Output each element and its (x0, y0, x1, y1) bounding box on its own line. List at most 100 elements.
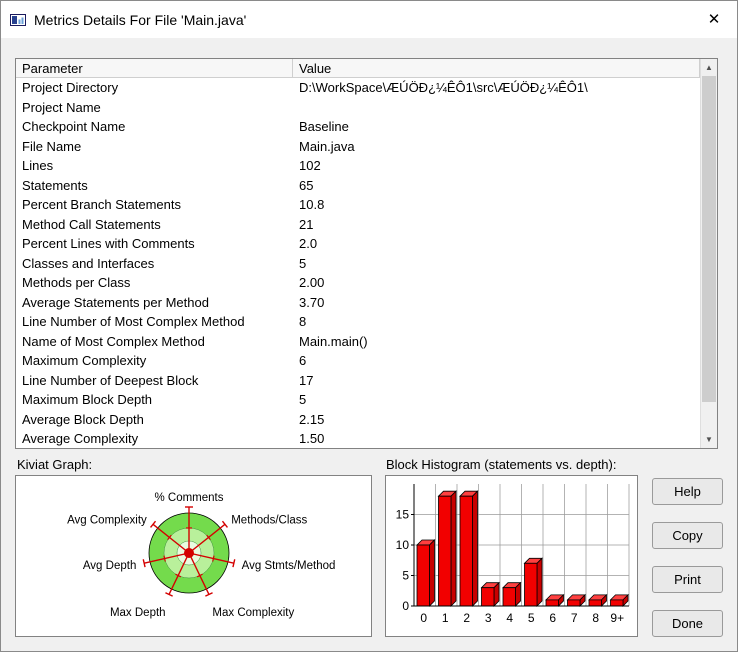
value-cell: 1.50 (299, 431, 325, 447)
value-cell: 102 (299, 158, 321, 174)
bar-side (536, 557, 543, 607)
svg-text:8: 8 (592, 611, 599, 625)
kiviat-axis-label: Avg Depth (83, 560, 137, 572)
scroll-down-button[interactable]: ▼ (701, 431, 717, 448)
value-cell: 8 (299, 314, 307, 330)
done-button[interactable]: Done (652, 610, 723, 637)
svg-text:2: 2 (463, 611, 470, 625)
value-cell: 5 (299, 255, 307, 271)
value-cell: 65 (299, 177, 314, 193)
scroll-up-button[interactable]: ▲ (701, 59, 717, 76)
value-cell: D:\WorkSpace\ÆÚÖÐ¿¼ÊÔ1\src\ÆÚÖÐ¿¼ÊÔ1\ (299, 80, 588, 96)
histogram-bar (588, 599, 602, 607)
scrollbar-thumb[interactable] (702, 76, 716, 402)
kiviat-graph: % Comments Methods/Class Avg Stmts/Method M… (15, 475, 372, 637)
parameter-cell: Classes and Interfaces (22, 255, 155, 271)
svg-text:9+: 9+ (610, 611, 624, 625)
kiviat-graph-label: Kiviat Graph: (17, 457, 93, 472)
parameter-cell: Project Directory (22, 80, 119, 96)
histogram-bar (524, 562, 538, 607)
table-row[interactable]: Maximum Complexity 6 (16, 351, 700, 371)
svg-text:5: 5 (402, 569, 409, 583)
parameter-cell: Line Number of Deepest Block (22, 372, 199, 388)
value-cell (293, 98, 700, 118)
table-row[interactable]: Average Block Depth 2.15 (16, 410, 700, 430)
kiviat-axis-label: Avg Complexity (67, 514, 147, 526)
kiviat-graph-svg: % Comments Methods/Class Avg Stmts/Method M… (67, 492, 336, 619)
window-title: Metrics Details For File 'Main.java' (34, 11, 247, 28)
table-row[interactable]: Statements 65 (16, 176, 700, 196)
table-row[interactable]: Percent Lines with Comments 2.0 (16, 234, 700, 254)
titlebar: Metrics Details For File 'Main.java' ✕ (1, 1, 737, 38)
vertical-scrollbar[interactable]: ▲ ▼ (700, 59, 717, 448)
histogram-label: Block Histogram (statements vs. depth): (386, 457, 617, 472)
parameter-cell: Method Call Statements (22, 216, 161, 232)
svg-text:6: 6 (549, 611, 556, 625)
block-histogram-svg: 0510150 1 2 3 4 5 6 7 8 9+ (396, 484, 630, 625)
parameter-cell: Checkpoint Name (22, 119, 126, 135)
histogram-bar (610, 599, 624, 607)
table-row[interactable]: Average Complexity 1.50 (16, 429, 700, 448)
value-cell: Main.java (299, 138, 355, 154)
button-column: Help Copy Print Done (652, 478, 723, 637)
table-header: Parameter Value (16, 59, 700, 78)
histogram-bar (481, 587, 495, 607)
print-button[interactable]: Print (652, 566, 723, 593)
chart-icon (10, 13, 26, 26)
help-button[interactable]: Help (652, 478, 723, 505)
value-cell: 2.15 (299, 411, 325, 427)
block-histogram: 0 5 10 15 0 1 2 3 4 5 6 7 8 9+ (385, 475, 638, 637)
copy-button[interactable]: Copy (652, 522, 723, 549)
value-cell: 2.0 (299, 236, 318, 252)
table-row[interactable]: Line Number of Most Complex Method 8 (16, 312, 700, 332)
parameter-cell: Methods per Class (22, 275, 131, 291)
parameter-cell: Name of Most Complex Method (22, 333, 205, 349)
value-cell: 3.70 (299, 294, 325, 310)
table-row[interactable]: Maximum Block Depth 5 (16, 390, 700, 410)
svg-text:10: 10 (396, 538, 410, 552)
parameter-cell: Maximum Complexity (22, 353, 147, 369)
value-cell: 2.00 (299, 275, 325, 291)
value-cell: Main.main() (299, 333, 368, 349)
histogram-bar (416, 544, 430, 607)
kiviat-axis-label: Avg Stmts/Method (242, 560, 336, 572)
scroll-up-icon: ▲ (705, 63, 713, 72)
table-body: Project Directory D:\WorkSpace\ÆÚÖÐ¿¼ÊÔ1\… (16, 78, 717, 448)
parameter-cell: Average Block Depth (22, 411, 144, 427)
column-header-value[interactable]: Value (293, 59, 700, 78)
value-cell: 5 (299, 392, 307, 408)
parameter-cell: Project Name (22, 99, 101, 115)
table-row[interactable]: Method Call Statements 21 (16, 215, 700, 235)
histogram-bar (459, 495, 473, 607)
table-row[interactable]: Name of Most Complex Method Main.main() (16, 332, 700, 352)
table-row[interactable]: Classes and Interfaces 5 (16, 254, 700, 274)
svg-text:15: 15 (396, 508, 410, 522)
kiviat-axis-label: % Comments (154, 492, 223, 504)
table-row[interactable]: Checkpoint Name Baseline (16, 117, 700, 137)
histogram-bar (567, 599, 581, 607)
metrics-table: Parameter Value Project Directory D:\Work… (15, 58, 718, 449)
parameter-cell: Statements (22, 177, 88, 193)
parameter-cell: Percent Branch Statements (22, 197, 181, 213)
table-row[interactable]: Average Statements per Method 3.70 (16, 293, 700, 313)
close-button[interactable]: ✕ (691, 1, 737, 37)
parameter-cell: Lines (22, 158, 54, 174)
value-cell: 10.8 (299, 197, 325, 213)
kiviat-axis-label: Methods/Class (231, 514, 307, 526)
table-row[interactable]: Lines 102 (16, 156, 700, 176)
svg-text:0: 0 (402, 599, 409, 613)
app-icon (10, 12, 26, 28)
table-row[interactable]: Project Directory D:\WorkSpace\ÆÚÖÐ¿¼ÊÔ1\… (16, 78, 700, 98)
table-row[interactable]: File Name Main.java (16, 137, 700, 157)
parameter-cell: Average Complexity (22, 431, 139, 447)
scroll-down-icon: ▼ (705, 435, 713, 444)
table-row[interactable]: Line Number of Deepest Block 17 (16, 371, 700, 391)
histogram-bar (502, 587, 516, 607)
close-icon: ✕ (707, 11, 721, 28)
svg-text:7: 7 (571, 611, 578, 625)
table-row[interactable]: Project Name (16, 98, 700, 118)
histogram-bar (438, 495, 452, 607)
table-row[interactable]: Percent Branch Statements 10.8 (16, 195, 700, 215)
column-header-parameter[interactable]: Parameter (16, 59, 293, 78)
table-row[interactable]: Methods per Class 2.00 (16, 273, 700, 293)
